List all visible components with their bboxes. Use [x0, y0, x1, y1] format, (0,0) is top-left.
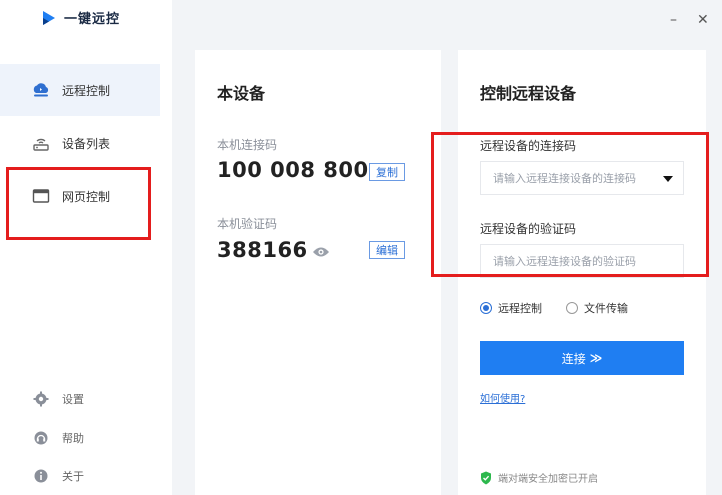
remote-device-title: 控制远程设备	[480, 84, 577, 103]
help-button[interactable]: 帮助	[32, 429, 84, 447]
sidebar-item-label: 设备列表	[62, 136, 111, 151]
sidebar-item-device-list[interactable]: 设备列表	[0, 117, 160, 169]
local-conn-code-label: 本机连接码	[217, 138, 278, 152]
logo-play-icon	[43, 10, 55, 25]
help-label: 帮助	[62, 432, 84, 445]
radio-unselected-icon	[566, 302, 578, 314]
highlight-box-web-control	[6, 167, 151, 240]
radio-file-transfer[interactable]: 文件传输	[566, 300, 628, 316]
cloud-remote-icon	[32, 81, 50, 99]
settings-button[interactable]: 设置	[32, 390, 84, 408]
radio-file-label: 文件传输	[584, 302, 628, 315]
sidebar-item-remote-control[interactable]: 远程控制	[0, 64, 160, 116]
headset-icon	[32, 429, 50, 447]
local-device-title: 本设备	[217, 84, 266, 103]
eye-icon[interactable]	[312, 243, 330, 262]
security-status: 端对端安全加密已开启	[480, 470, 598, 485]
minimize-button[interactable]: –	[670, 12, 677, 28]
shield-check-icon	[481, 471, 491, 484]
radio-selected-icon	[480, 302, 492, 314]
double-chevron-right-icon: ≫	[589, 351, 603, 365]
sidebar-item-label: 远程控制	[62, 83, 111, 98]
sidebar: 一键远控 远程控制 设备列表 网页控制 设置 帮助 关于	[0, 0, 172, 495]
app-logo: 一键远控	[40, 8, 120, 27]
radio-remote-label: 远程控制	[498, 302, 542, 315]
close-button[interactable]: ✕	[697, 12, 709, 28]
connect-label: 连接	[561, 351, 586, 366]
about-button[interactable]: 关于	[32, 467, 84, 485]
local-conn-code: 100 008 800	[217, 158, 369, 182]
security-status-text: 端对端安全加密已开启	[498, 474, 598, 485]
gear-icon	[32, 390, 50, 408]
edit-button[interactable]: 编辑	[369, 241, 405, 259]
local-device-card: 本设备 本机连接码 100 008 800 复制 本机验证码 388166 编辑	[195, 50, 441, 495]
radio-remote-control[interactable]: 远程控制	[480, 300, 542, 316]
router-icon	[32, 134, 50, 152]
local-verify-code: 388166	[217, 238, 308, 262]
app-title: 一键远控	[64, 12, 121, 27]
highlight-box-remote-fields	[431, 132, 709, 277]
about-label: 关于	[62, 470, 84, 483]
connect-button[interactable]: 连接 ≫	[480, 341, 684, 375]
how-to-use-link[interactable]: 如何使用?	[480, 390, 525, 405]
copy-button[interactable]: 复制	[369, 163, 405, 181]
mode-radio-group: 远程控制 文件传输	[480, 300, 652, 316]
local-verify-label: 本机验证码	[217, 217, 278, 231]
info-icon	[32, 467, 50, 485]
settings-label: 设置	[62, 393, 84, 406]
